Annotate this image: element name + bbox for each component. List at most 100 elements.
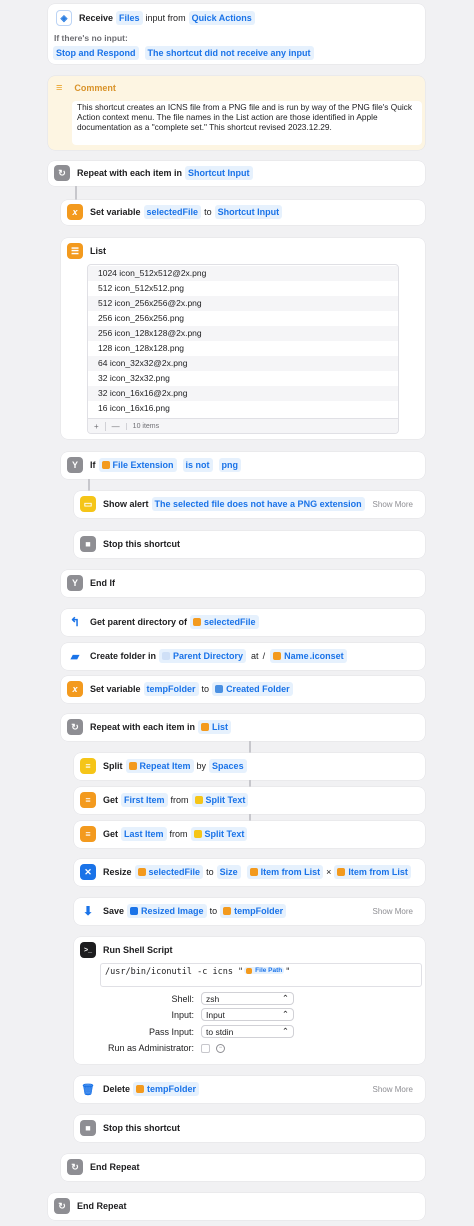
first-item-token[interactable]: First Item <box>121 793 168 807</box>
pass-input-select[interactable]: to stdin ⌃ <box>201 1025 294 1038</box>
split-text-action[interactable]: ≡ Split Repeat Item by Spaces <box>74 753 425 780</box>
list-item[interactable]: 32 icon_32x32.png <box>88 371 398 386</box>
info-icon[interactable]: − <box>216 1043 225 1053</box>
repeat-action[interactable]: ↻ Repeat with each item in List <box>61 714 425 741</box>
set-variable-action[interactable]: x Set variable selectedFile to Shortcut … <box>61 200 425 225</box>
list-action[interactable]: ☰ List 1024 icon_512x512@2x.png 512 icon… <box>61 238 425 439</box>
list-item[interactable]: 256 icon_128x128@2x.png <box>88 326 398 341</box>
remove-item-button[interactable]: — <box>104 421 126 431</box>
set-variable-label: Set variable <box>90 684 141 694</box>
get-parent-directory-action[interactable]: ↰ Get parent directory of selectedFile <box>61 609 425 636</box>
variable-name-token[interactable]: selectedFile <box>143 205 202 219</box>
shell-select[interactable]: zsh ⌃ <box>201 992 294 1005</box>
stop-label: Stop this shortcut <box>103 1123 180 1133</box>
list-token[interactable]: List <box>212 722 228 732</box>
split-text-token[interactable]: Split Text <box>205 829 245 839</box>
shortcut-input-token[interactable]: Shortcut Input <box>214 205 283 219</box>
end-repeat-action[interactable]: ↻ End Repeat <box>48 1193 425 1220</box>
file-extension-token[interactable]: File Extension <box>113 460 174 470</box>
stop-respond-token[interactable]: Stop and Respond <box>53 46 139 60</box>
input-select[interactable]: Input ⌃ <box>201 1008 294 1021</box>
show-alert-label: Show alert <box>103 499 149 509</box>
script-editor[interactable]: /usr/bin/iconutil -c icns " File Path " <box>100 963 422 987</box>
list-title: List <box>90 246 107 256</box>
size-token[interactable]: Size <box>216 865 241 879</box>
variable-icon: x <box>67 204 83 220</box>
end-if-action[interactable]: Y End If <box>61 570 425 597</box>
file-path-token[interactable]: File Path <box>255 967 282 974</box>
no-input-label: If there's no input: <box>54 33 128 43</box>
list-item[interactable]: 512 icon_256x256@2x.png <box>88 296 398 311</box>
height-token[interactable]: Item from List <box>348 867 408 877</box>
temp-folder-token[interactable]: tempFolder <box>147 1084 196 1094</box>
list-item[interactable]: 256 icon_256x256.png <box>88 311 398 326</box>
resize-label: Resize <box>103 867 132 877</box>
selected-file-token[interactable]: selectedFile <box>149 867 201 877</box>
value-token[interactable]: png <box>218 458 242 472</box>
script-text: /usr/bin/iconutil -c icns " <box>105 967 244 977</box>
shell-title: Run Shell Script <box>103 945 173 955</box>
temp-folder-token[interactable]: tempFolder <box>234 906 283 916</box>
if-action[interactable]: Y If File Extension is not png <box>61 452 425 479</box>
alert-icon: ▭ <box>80 496 96 512</box>
list-item[interactable]: 16 icon_16x16.png <box>88 401 398 416</box>
get-item-action[interactable]: ≡ Get Last Item from Split Text <box>74 821 425 848</box>
run-shell-script-action[interactable]: >_ Run Shell Script /usr/bin/iconutil -c… <box>74 937 425 1064</box>
alert-message-token[interactable]: The selected file does not have a PNG ex… <box>151 497 365 511</box>
split-text-token[interactable]: Split Text <box>206 795 246 805</box>
show-more-button[interactable]: Show More <box>373 1085 413 1094</box>
parent-directory-token[interactable]: Parent Directory <box>173 651 243 661</box>
end-repeat-action[interactable]: ↻ End Repeat <box>61 1154 425 1181</box>
show-more-button[interactable]: Show More <box>373 500 413 509</box>
list-item[interactable]: 128 icon_128x128.png <box>88 341 398 356</box>
receive-action[interactable]: ◈ Receive Files input from Quick Actions… <box>48 4 425 64</box>
stop-label: Stop this shortcut <box>103 539 180 549</box>
resize-image-action[interactable]: ✕ Resize selectedFile to Size Item from … <box>74 859 425 886</box>
set-variable-action[interactable]: x Set variable tempFolder to Created Fol… <box>61 676 425 703</box>
condition-token[interactable]: is not <box>182 458 213 472</box>
repeat-item-token[interactable]: Repeat Item <box>140 761 191 771</box>
to-label: to <box>204 207 212 217</box>
variable-name-token[interactable]: tempFolder <box>143 682 199 696</box>
resize-icon <box>130 907 139 915</box>
list-item[interactable]: 512 icon_512x512.png <box>88 281 398 296</box>
add-item-button[interactable]: + <box>88 422 105 431</box>
name-token[interactable]: Name <box>284 651 309 661</box>
list-icon <box>201 723 210 731</box>
width-token[interactable]: Item from List <box>261 867 321 877</box>
comment-text[interactable]: This shortcut creates an ICNS file from … <box>72 101 422 145</box>
separator-token[interactable]: Spaces <box>209 759 247 773</box>
resized-image-token[interactable]: Resized Image <box>141 906 204 916</box>
if-label: If <box>90 460 96 470</box>
pass-input-value: to stdin <box>206 1026 234 1037</box>
delete-files-action[interactable]: 🗑 Delete tempFolder Show More <box>74 1076 425 1103</box>
stop-action[interactable]: ■ Stop this shortcut <box>74 1115 425 1142</box>
source-token[interactable]: Quick Actions <box>188 11 255 25</box>
no-input-message-token[interactable]: The shortcut did not receive any input <box>144 46 314 60</box>
repeat-action[interactable]: ↻ Repeat with each item in Shortcut Inpu… <box>48 161 425 186</box>
stop-icon: ■ <box>80 536 96 552</box>
created-folder-token[interactable]: Created Folder <box>226 684 290 694</box>
variable-icon <box>223 907 232 915</box>
input-type-token[interactable]: Files <box>116 11 143 25</box>
shell-value: zsh <box>206 993 220 1004</box>
variable-icon <box>193 618 202 626</box>
admin-checkbox[interactable] <box>201 1043 210 1053</box>
comment-action[interactable]: ≡ Comment This shortcut creates an ICNS … <box>48 76 425 150</box>
run-as-admin-label: Run as Administrator: <box>107 1043 194 1053</box>
stop-action[interactable]: ■ Stop this shortcut <box>74 531 425 558</box>
list-item[interactable]: 64 icon_32x32@2x.png <box>88 356 398 371</box>
repeat-label: Repeat with each item in <box>77 168 183 178</box>
list-item[interactable]: 32 icon_16x16@2x.png <box>88 386 398 401</box>
get-item-action[interactable]: ≡ Get First Item from Split Text <box>74 787 425 814</box>
save-file-action[interactable]: ⬇ Save Resized Image to tempFolder Show … <box>74 898 425 925</box>
shortcut-input-token[interactable]: Shortcut Input <box>185 166 253 180</box>
text-icon <box>193 830 202 838</box>
selected-file-token[interactable]: selectedFile <box>204 617 256 627</box>
show-alert-action[interactable]: ▭ Show alert The selected file does not … <box>74 491 425 518</box>
show-more-button[interactable]: Show More <box>373 907 413 916</box>
last-item-token[interactable]: Last Item <box>121 827 167 841</box>
list-item[interactable]: 1024 icon_512x512@2x.png <box>88 266 398 281</box>
create-folder-action[interactable]: ▰ Create folder in Parent Directory at /… <box>61 643 425 670</box>
repeat-icon: ↻ <box>67 1159 83 1175</box>
